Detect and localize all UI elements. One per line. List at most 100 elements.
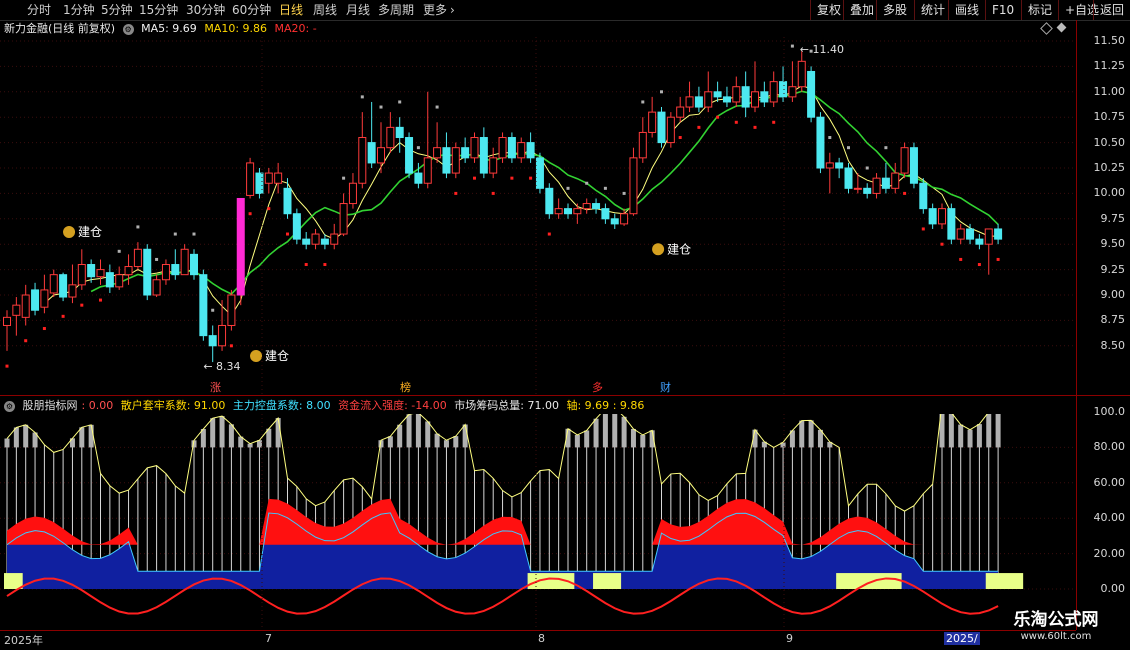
candle[interactable]: [358, 112, 367, 189]
candlestick-chart[interactable]: 建仓建仓建仓← 11.40← 8.34涨榜多财: [0, 37, 1076, 395]
candle[interactable]: [246, 157, 255, 199]
toolbar-button-1[interactable]: 叠加: [843, 0, 880, 20]
candle[interactable]: [722, 86, 731, 108]
candle[interactable]: [395, 117, 404, 153]
candle[interactable]: [171, 249, 180, 280]
toolbar-button-3[interactable]: 统计: [914, 0, 951, 20]
toolbar-button-8[interactable]: 返回: [1093, 0, 1130, 20]
candle[interactable]: [377, 122, 385, 174]
event-marker-1[interactable]: 榜: [400, 380, 411, 394]
indicator-chart[interactable]: [0, 414, 1076, 630]
period-tab-6[interactable]: 日线: [279, 0, 303, 20]
candle[interactable]: [302, 232, 311, 250]
indicator-name[interactable]: 股朋指标网: [23, 399, 78, 412]
candle[interactable]: [760, 81, 769, 108]
candle[interactable]: [732, 76, 741, 108]
candle[interactable]: [648, 96, 657, 138]
candle[interactable]: [835, 157, 844, 179]
candle[interactable]: [891, 162, 900, 194]
period-tab-8[interactable]: 月线: [346, 0, 370, 20]
candle[interactable]: [685, 81, 694, 113]
candle[interactable]: [938, 203, 946, 229]
candle[interactable]: [825, 152, 834, 194]
candle[interactable]: [909, 142, 918, 189]
candle[interactable]: [592, 198, 601, 214]
settings-icon[interactable]: ⚙: [122, 24, 134, 35]
period-tab-3[interactable]: 15分钟: [139, 0, 178, 20]
candle[interactable]: [769, 71, 778, 108]
candle[interactable]: [676, 96, 685, 123]
candle[interactable]: [788, 61, 797, 102]
candle[interactable]: [638, 117, 647, 163]
candle[interactable]: [105, 264, 114, 293]
candle[interactable]: [564, 203, 572, 219]
candle[interactable]: [479, 127, 488, 179]
candle[interactable]: [367, 101, 376, 168]
candle[interactable]: [339, 193, 348, 237]
candle[interactable]: [900, 142, 909, 179]
candle[interactable]: [797, 51, 806, 92]
candle[interactable]: [526, 132, 535, 163]
event-marker-3[interactable]: 财: [660, 380, 671, 394]
period-tab-10[interactable]: 更多: [423, 0, 447, 20]
candle[interactable]: [405, 132, 414, 179]
period-tab-5[interactable]: 60分钟: [232, 0, 271, 20]
candle[interactable]: [975, 234, 984, 250]
period-tab-9[interactable]: 多周期: [378, 0, 414, 20]
candle[interactable]: [741, 71, 750, 118]
toolbar-button-2[interactable]: 多股: [876, 0, 913, 20]
candle[interactable]: [49, 269, 58, 298]
indicator-settings-icon[interactable]: ⚙: [4, 401, 15, 412]
period-tab-2[interactable]: 5分钟: [101, 0, 133, 20]
candle[interactable]: [461, 137, 470, 163]
candle[interactable]: [535, 152, 544, 194]
candle[interactable]: [180, 244, 189, 276]
candle[interactable]: [666, 112, 675, 148]
candle[interactable]: [292, 208, 301, 245]
period-tab-1[interactable]: 1分钟: [63, 0, 95, 20]
candle[interactable]: [573, 203, 582, 224]
candle[interactable]: [507, 132, 516, 163]
candle[interactable]: [190, 249, 198, 280]
candle[interactable]: [947, 203, 956, 245]
candle[interactable]: [984, 228, 993, 275]
event-marker-2[interactable]: 多: [592, 380, 603, 394]
candle[interactable]: [582, 198, 591, 214]
candle[interactable]: [330, 223, 339, 250]
candle[interactable]: [816, 112, 825, 174]
candle[interactable]: [152, 274, 161, 298]
toolbar-button-5[interactable]: F10: [985, 0, 1020, 20]
diamond-icon-2[interactable]: [1056, 22, 1067, 33]
candle[interactable]: [218, 300, 227, 351]
candle[interactable]: [863, 183, 872, 199]
candle[interactable]: [208, 325, 217, 363]
candle[interactable]: [881, 162, 890, 194]
candle[interactable]: [236, 197, 245, 306]
candle[interactable]: [928, 203, 937, 229]
period-tab-0[interactable]: 分时: [27, 0, 51, 20]
candle[interactable]: [489, 147, 498, 179]
candle[interactable]: [40, 274, 49, 314]
candle[interactable]: [77, 249, 86, 290]
candle[interactable]: [610, 213, 619, 229]
candle[interactable]: [956, 223, 965, 245]
event-marker-0[interactable]: 涨: [210, 381, 221, 394]
candle[interactable]: [3, 310, 11, 351]
candle[interactable]: [470, 132, 479, 163]
candle[interactable]: [31, 282, 40, 316]
candle[interactable]: [264, 168, 273, 194]
candle[interactable]: [554, 198, 563, 219]
toolbar-button-0[interactable]: 复权: [810, 0, 847, 20]
candle[interactable]: [12, 297, 21, 336]
period-tab-7[interactable]: 周线: [313, 0, 337, 20]
candle[interactable]: [311, 228, 320, 250]
candle[interactable]: [423, 91, 432, 189]
candle[interactable]: [348, 173, 357, 209]
toolbar-button-6[interactable]: 标记: [1021, 0, 1058, 20]
candle[interactable]: [779, 66, 788, 102]
candle[interactable]: [713, 81, 722, 102]
candle[interactable]: [657, 107, 666, 148]
toolbar-button-4[interactable]: 画线: [948, 0, 985, 20]
candle[interactable]: [601, 203, 610, 224]
candle[interactable]: [283, 178, 292, 219]
